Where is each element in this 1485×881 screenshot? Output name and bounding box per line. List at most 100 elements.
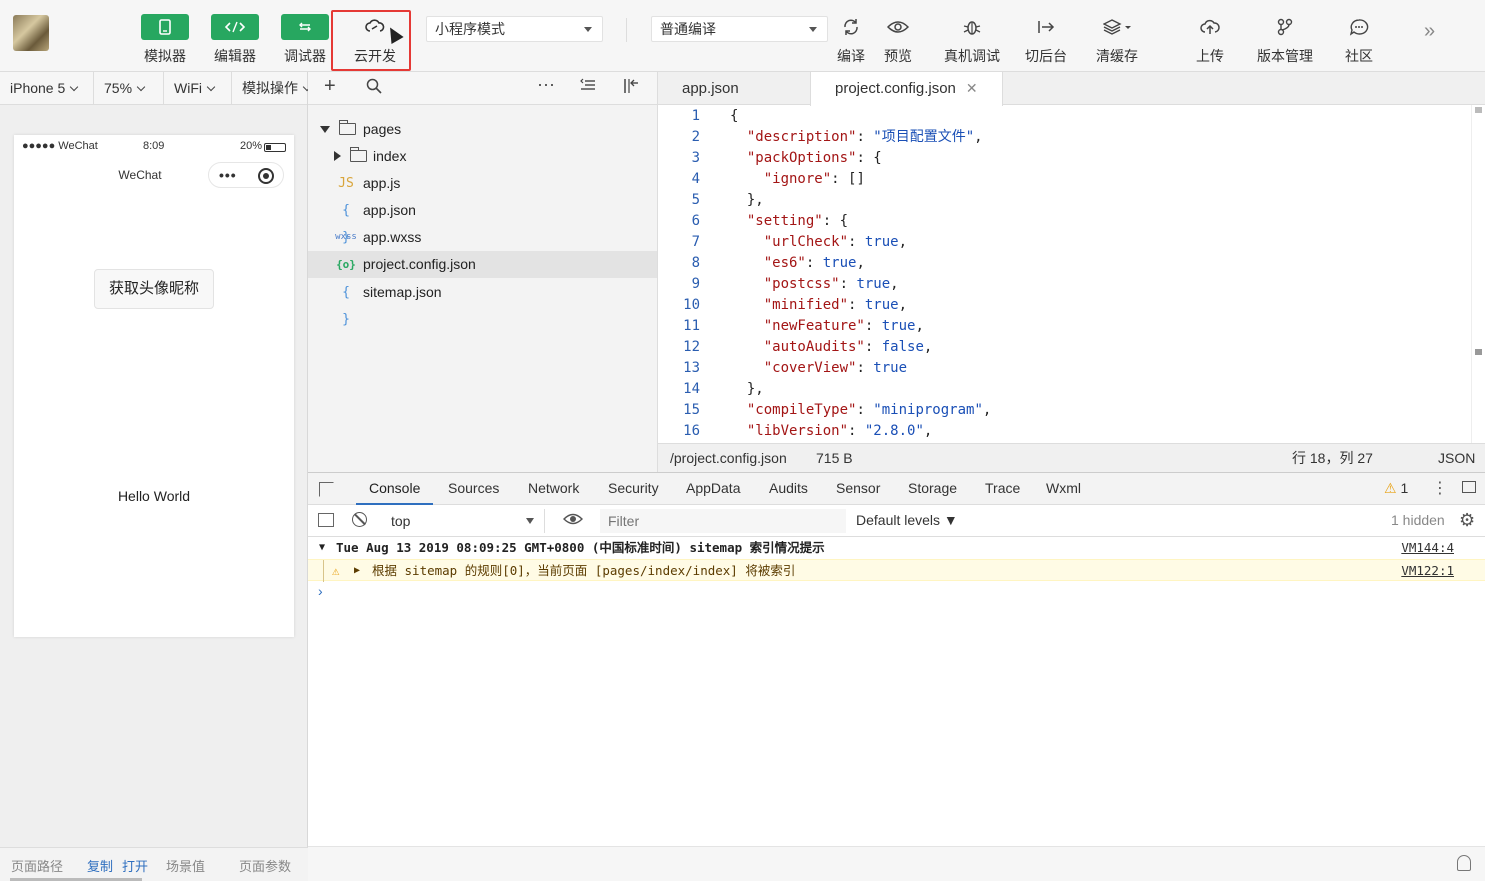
kebab-menu-icon[interactable]: ⋮: [1432, 478, 1448, 498]
code-text: "setting": {: [746, 213, 849, 229]
console-prompt-icon[interactable]: ›: [318, 583, 323, 599]
debugger-toggle-button[interactable]: 调试器: [273, 14, 337, 66]
bell-icon[interactable]: [1457, 855, 1471, 871]
community-label: 社区: [1345, 48, 1373, 64]
background-switch-button[interactable]: 切后台: [1014, 14, 1078, 66]
expanded-triangle-icon: [320, 126, 330, 133]
console-filter-input[interactable]: [600, 509, 846, 533]
clear-console-icon[interactable]: [352, 512, 367, 527]
network-value: WiFi: [174, 80, 202, 96]
open-link[interactable]: 打开: [122, 856, 148, 875]
mode-select[interactable]: 小程序模式: [426, 16, 603, 42]
community-button[interactable]: 社区: [1327, 14, 1391, 66]
search-icon[interactable]: [366, 78, 382, 99]
clear-cache-button[interactable]: 清缓存: [1085, 14, 1149, 66]
tab-sources[interactable]: Sources: [448, 473, 499, 505]
simulator-footer: 页面路径 复制 打开 场景值 页面参数: [0, 847, 308, 881]
editor-toggle-button[interactable]: 编辑器: [203, 14, 267, 66]
tree-file-app-json[interactable]: { } app.json: [308, 197, 657, 245]
debugger-label: 调试器: [284, 48, 326, 64]
tab-sensor[interactable]: Sensor: [836, 473, 880, 505]
tab-appdata[interactable]: AppData: [686, 473, 740, 505]
upload-button[interactable]: 上传: [1178, 14, 1242, 66]
plus-icon[interactable]: +: [324, 75, 336, 98]
battery-text: 20%: [240, 140, 263, 152]
code-text: },: [730, 381, 764, 397]
line-number: 2: [691, 129, 700, 145]
bug-icon: [948, 14, 996, 40]
context-select[interactable]: top: [385, 509, 545, 533]
warning-count-badge[interactable]: ⚠ 1: [1384, 480, 1408, 497]
eye-icon[interactable]: [563, 512, 583, 529]
split-panel-icon[interactable]: [623, 78, 639, 99]
copy-link[interactable]: 复制: [87, 856, 113, 875]
devtools-panel: Console Sources Network Security AppData…: [308, 472, 1485, 881]
scene-value-tab[interactable]: 场景值: [166, 856, 205, 875]
code-text: "minified": true,: [763, 297, 908, 313]
tab-project-config[interactable]: project.config.json ✕: [810, 72, 1003, 106]
vertical-scrollbar[interactable]: [1471, 105, 1482, 443]
miniprogram-capsule: •••: [208, 162, 284, 188]
collapsed-triangle-icon[interactable]: ▶: [354, 560, 360, 582]
sidebar-toggle-icon[interactable]: [318, 513, 334, 527]
user-avatar[interactable]: [13, 15, 49, 51]
tab-storage[interactable]: Storage: [908, 473, 957, 505]
tree-folder-index[interactable]: index: [308, 143, 657, 170]
tree-file-project-config[interactable]: {o} project.config.json: [308, 251, 657, 278]
tab-console[interactable]: Console: [356, 473, 434, 505]
console-warning-row[interactable]: ⚠ ▶ 根据 sitemap 的规则[0]，当前页面 [pages/index/…: [308, 559, 1485, 582]
tree-item-label: sitemap.json: [363, 284, 442, 300]
gear-icon[interactable]: ⚙: [1459, 510, 1475, 531]
phone-status-bar: ●●●●● WeChat 8:09 20%: [14, 135, 294, 157]
log-levels-select[interactable]: Default levels ▼: [856, 512, 958, 528]
compile-mode-select[interactable]: 普通编译: [651, 16, 828, 42]
hidden-count-text: 1 hidden: [1391, 512, 1445, 528]
version-control-button[interactable]: 版本管理: [1253, 14, 1317, 66]
device-select[interactable]: iPhone 5: [0, 72, 94, 105]
zoom-value: 75%: [104, 80, 133, 96]
folder-icon: [349, 147, 367, 162]
network-select[interactable]: WiFi: [164, 72, 232, 105]
line-number: 15: [683, 402, 700, 418]
tab-audits[interactable]: Audits: [769, 473, 808, 505]
tree-item-label: project.config.json: [363, 256, 476, 272]
cursor-position-text[interactable]: 行 18，列 27: [1292, 444, 1373, 472]
preview-button[interactable]: 预览: [866, 14, 930, 66]
tab-network[interactable]: Network: [528, 473, 579, 505]
source-link[interactable]: VM144:4: [1401, 537, 1454, 559]
tab-app-json[interactable]: app.json: [658, 72, 763, 105]
remote-debug-button[interactable]: 真机调试: [940, 14, 1004, 66]
double-chevron-right-icon[interactable]: »: [1424, 20, 1435, 43]
tab-trace[interactable]: Trace: [985, 473, 1020, 505]
simulate-ops-select[interactable]: 模拟操作: [232, 72, 308, 105]
close-target-icon[interactable]: [258, 168, 274, 184]
undock-icon[interactable]: [1462, 481, 1476, 493]
tree-folder-pages[interactable]: pages: [308, 116, 657, 143]
get-avatar-nickname-button[interactable]: 获取头像昵称: [94, 269, 214, 309]
tab-security[interactable]: Security: [608, 473, 659, 505]
inspect-element-icon[interactable]: [319, 482, 334, 497]
collapse-list-icon[interactable]: [580, 78, 596, 97]
language-mode-text[interactable]: JSON: [1438, 444, 1475, 472]
simulator-label: 模拟器: [144, 48, 186, 64]
simulator-toggle-button[interactable]: 模拟器: [133, 14, 197, 66]
tree-file-app-wxss[interactable]: wxss app.wxss: [308, 224, 657, 251]
tree-file-sitemap-json[interactable]: { } sitemap.json: [308, 279, 657, 327]
source-link[interactable]: VM122:1: [1401, 560, 1454, 582]
more-icon[interactable]: ···: [537, 74, 555, 95]
code-icon: [211, 14, 259, 40]
console-toolbar: top Default levels ▼ 1 hidden ⚙: [308, 505, 1485, 537]
devtools-tabs: Console Sources Network Security AppData…: [308, 473, 1485, 505]
tab-label: Security: [608, 480, 659, 496]
more-dots-icon[interactable]: •••: [219, 167, 237, 183]
tab-wxml[interactable]: Wxml: [1046, 473, 1081, 505]
console-group-row[interactable]: ▼ Tue Aug 13 2019 08:09:25 GMT+0800 (中国标…: [308, 537, 1485, 559]
remote-debug-label: 真机调试: [944, 48, 1000, 64]
simulate-ops-value: 模拟操作: [242, 80, 298, 96]
close-icon[interactable]: ✕: [966, 80, 978, 96]
page-params-tab[interactable]: 页面参数: [239, 856, 291, 875]
code-area[interactable]: 1 {2 "description": "项目配置文件", 3 "packOptio…: [658, 105, 1485, 443]
line-number: 12: [683, 339, 700, 355]
tree-file-app-js[interactable]: JS app.js: [308, 170, 657, 197]
zoom-select[interactable]: 75%: [94, 72, 164, 105]
